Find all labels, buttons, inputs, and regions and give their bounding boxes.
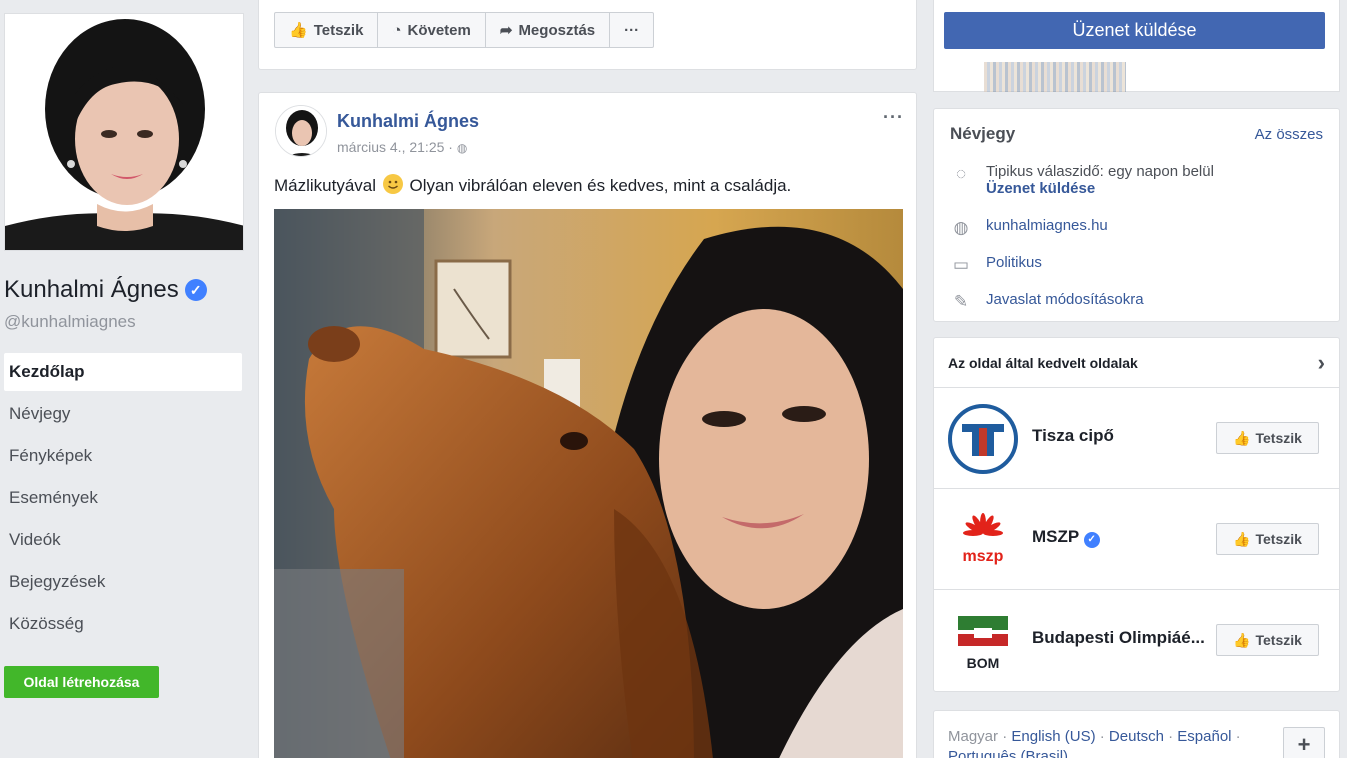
post-options-button[interactable]: ··· <box>883 107 904 128</box>
liked-page-item: Tisza cipő 👍 Tetszik <box>934 388 1339 489</box>
share-label: Megosztás <box>518 21 596 39</box>
thumbs-up-icon: 👍 <box>1233 530 1251 547</box>
page-action-bar: 👍 Tetszik ◔ Követem ➦ Megosztás ··· <box>274 12 655 48</box>
language-link[interactable]: Português (Brasil) <box>948 748 1068 758</box>
liked-page-like-button[interactable]: 👍 Tetszik <box>1216 422 1319 454</box>
language-link[interactable]: Español <box>1177 728 1231 745</box>
like-label: Tetszik <box>1255 430 1302 446</box>
about-website-row: ◍ kunhalmiagnes.hu <box>950 217 1108 239</box>
nav-item-posts[interactable]: Bejegyzések <box>4 563 242 605</box>
liked-pages-card: Az oldal által kedvelt oldalak › Tisza c… <box>933 337 1340 692</box>
language-list: Magyar · English (US) · Deutsch · Españo… <box>948 727 1268 758</box>
share-button[interactable]: ➦ Megosztás <box>484 12 611 48</box>
liked-pages-header[interactable]: Az oldal által kedvelt oldalak › <box>934 338 1339 388</box>
liked-page-name[interactable]: Tisza cipő <box>1032 426 1212 446</box>
bom-logo[interactable]: BOM <box>948 606 1018 676</box>
create-page-button[interactable]: Oldal létrehozása <box>4 666 159 698</box>
svg-text:BOM: BOM <box>967 655 1000 671</box>
thumbs-up-icon: 👍 <box>289 22 308 39</box>
like-page-button[interactable]: 👍 Tetszik <box>274 12 379 48</box>
liked-page-item: mszp MSZP ✓ 👍 Tetszik <box>934 489 1339 590</box>
svg-text:mszp: mszp <box>963 548 1004 565</box>
messenger-icon: ◌ <box>955 164 967 183</box>
pencil-icon: ✎ <box>953 292 969 311</box>
liked-pages-title: Az oldal által kedvelt oldalak <box>948 354 1138 371</box>
nav-item-photos[interactable]: Fényképek <box>4 437 242 479</box>
page-title[interactable]: Kunhalmi Ágnes ✓ <box>4 276 207 304</box>
category-icon: ▭ <box>952 255 970 274</box>
post-meta: március 4., 21:25 · ◍ <box>337 139 467 155</box>
nav-item-videos[interactable]: Videók <box>4 521 242 563</box>
post-text-end: Olyan vibrálóan eleven és kedves, mint a… <box>409 176 792 195</box>
page-nav: Kezdőlap Névjegy Fényképek Események Vid… <box>4 353 242 647</box>
post-card: Kunhalmi Ágnes március 4., 21:25 · ◍ ···… <box>258 92 917 758</box>
tisza-logo[interactable] <box>948 404 1018 474</box>
like-label: Tetszik <box>1255 632 1302 648</box>
response-time-text: Tipikus válaszidő: egy napon belül <box>986 163 1214 180</box>
follow-label: Követem <box>407 21 471 39</box>
page-handle[interactable]: @kunhalmiagnes <box>4 312 136 332</box>
profile-picture[interactable] <box>4 13 244 251</box>
post-text-start: Mázlikutyával <box>274 176 377 195</box>
send-message-button[interactable]: Üzenet küldése <box>944 12 1325 49</box>
mszp-logo[interactable]: mszp <box>948 505 1018 575</box>
page-name-text[interactable]: Kunhalmi Ágnes <box>4 276 179 304</box>
liked-page-name-text[interactable]: MSZP <box>1032 527 1079 546</box>
liked-page-like-button[interactable]: 👍 Tetszik <box>1216 523 1319 555</box>
about-category-row: ▭ Politikus <box>950 254 1042 276</box>
post-text: Mázlikutyával Olyan vibrálóan eleven és … <box>274 174 791 196</box>
right-top-card: Üzenet küldése <box>933 0 1340 92</box>
about-send-message-link[interactable]: Üzenet küldése <box>986 180 1214 197</box>
rss-icon: ◔ <box>392 21 402 39</box>
verified-badge-icon: ✓ <box>184 279 207 301</box>
nav-item-community[interactable]: Közösség <box>4 605 242 647</box>
follow-button[interactable]: ◔ Követem <box>377 12 486 48</box>
page-action-card: 👍 Tetszik ◔ Követem ➦ Megosztás ··· <box>258 0 917 70</box>
smiley-emoji-icon <box>382 174 403 194</box>
verified-badge-icon: ✓ <box>1083 532 1100 548</box>
blurred-thumbnail <box>984 62 1126 92</box>
post-author-name[interactable]: Kunhalmi Ágnes <box>337 111 479 132</box>
nav-item-events[interactable]: Események <box>4 479 242 521</box>
share-arrow-icon: ➦ <box>499 22 513 39</box>
current-language: Magyar <box>948 728 999 745</box>
chevron-right-icon[interactable]: › <box>1318 350 1325 376</box>
thumbs-up-icon: 👍 <box>1233 429 1251 446</box>
liked-page-name[interactable]: Budapesti Olimpiáé... <box>1032 628 1212 648</box>
liked-page-item: BOM Budapesti Olimpiáé... 👍 Tetszik <box>934 590 1339 691</box>
like-label: Tetszik <box>1255 531 1302 547</box>
globe-icon: ◍ <box>953 218 969 237</box>
post-timestamp[interactable]: március 4., 21:25 · <box>337 139 457 155</box>
category-link[interactable]: Politikus <box>986 254 1042 276</box>
liked-page-like-button[interactable]: 👍 Tetszik <box>1216 624 1319 656</box>
more-languages-button[interactable]: + <box>1283 727 1325 758</box>
globe-icon: ◍ <box>456 141 468 155</box>
language-link[interactable]: Deutsch <box>1109 728 1164 745</box>
liked-page-name[interactable]: MSZP ✓ <box>1032 527 1212 548</box>
nav-item-about[interactable]: Névjegy <box>4 395 242 437</box>
website-link[interactable]: kunhalmiagnes.hu <box>986 217 1108 239</box>
more-options-button[interactable]: ··· <box>609 12 655 48</box>
post-photo[interactable] <box>274 209 903 758</box>
about-title: Névjegy <box>950 124 1016 143</box>
thumbs-up-icon: 👍 <box>1233 631 1251 648</box>
about-suggest-row: ✎ Javaslat módosításokra <box>950 291 1144 313</box>
post-author-avatar[interactable] <box>275 105 327 157</box>
suggest-edits-link[interactable]: Javaslat módosításokra <box>986 291 1144 313</box>
left-column: Kunhalmi Ágnes ✓ @kunhalmiagnes Kezdőlap… <box>0 0 256 758</box>
like-label: Tetszik <box>313 21 364 39</box>
language-card: Magyar · English (US) · Deutsch · Españo… <box>933 710 1340 758</box>
nav-item-home[interactable]: Kezdőlap <box>4 353 242 391</box>
about-response-row: ◌ Tipikus válaszidő: egy napon belül Üze… <box>950 163 1214 197</box>
language-link[interactable]: English (US) <box>1011 728 1095 745</box>
about-see-all-link[interactable]: Az összes <box>1255 126 1323 143</box>
about-card: Névjegy Az összes ◌ Tipikus válaszidő: e… <box>933 108 1340 322</box>
